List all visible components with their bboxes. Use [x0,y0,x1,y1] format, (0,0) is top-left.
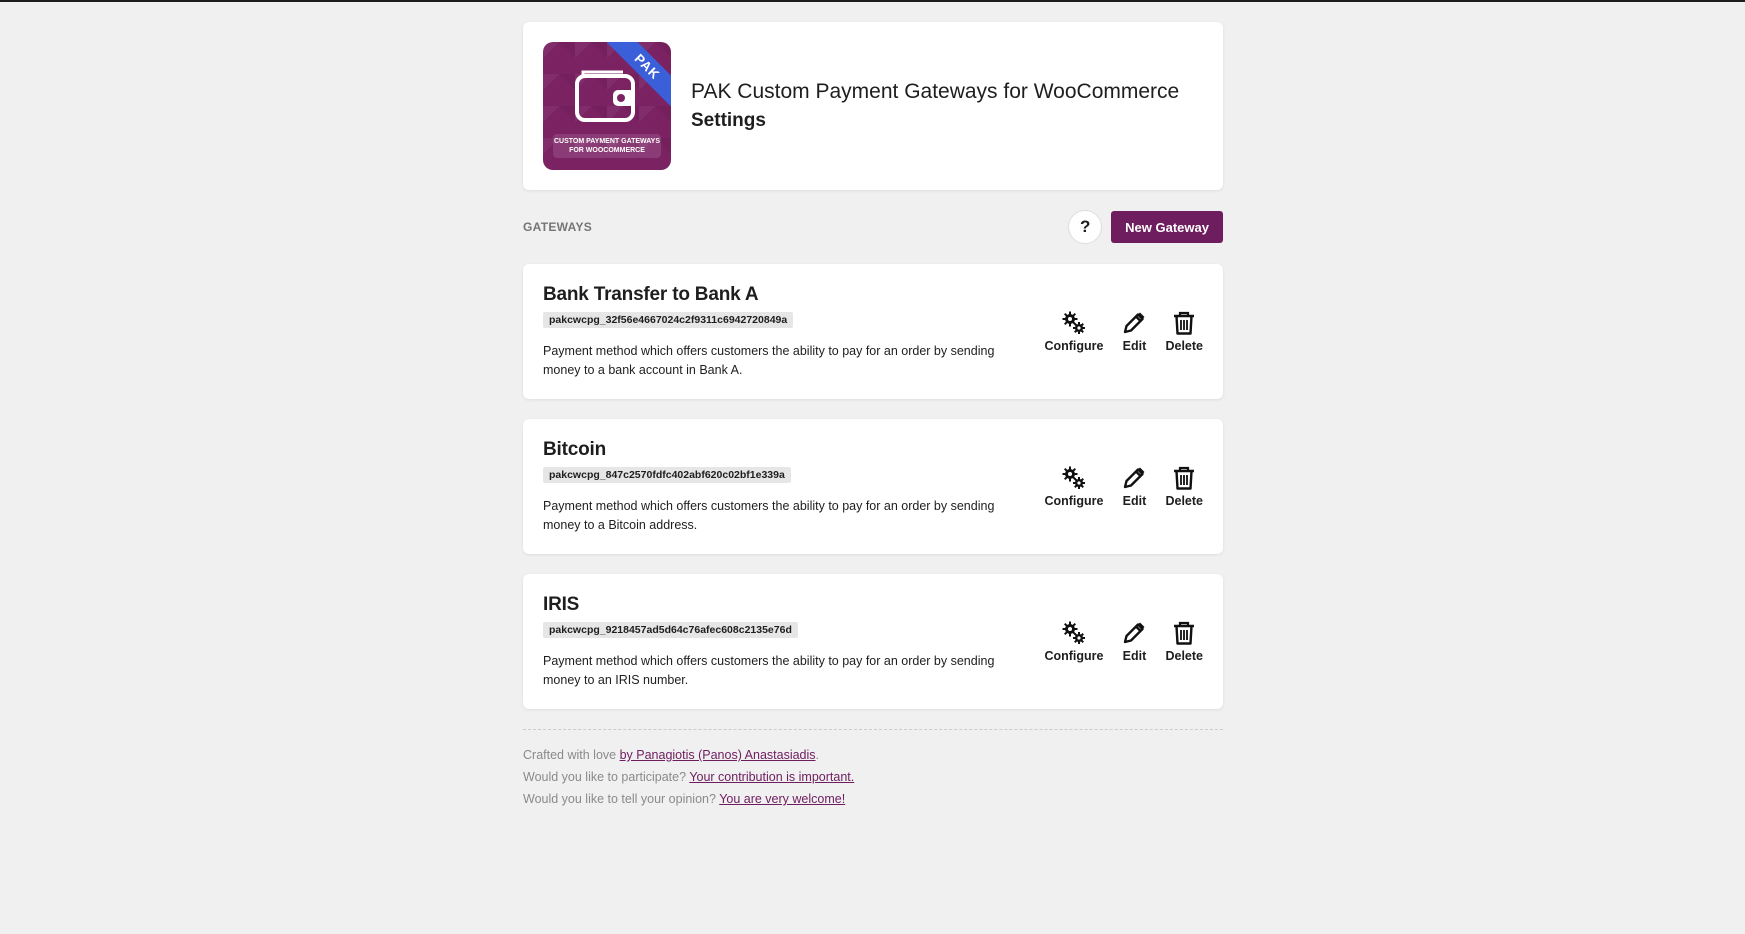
gateway-description: Payment method which offers customers th… [543,653,995,687]
gateway-card: Bitcoin pakcwcpg_847c2570fdfc402abf620c0… [523,419,1223,554]
delete-label: Delete [1165,649,1203,663]
gateway-id: pakcwcpg_9218457ad5d64c76afec608c2135e76… [543,621,798,638]
gateway-id: pakcwcpg_847c2570fdfc402abf620c02bf1e339… [543,466,791,483]
gateways-toolbar: GATEWAYS ? New Gateway [523,210,1223,244]
delete-button[interactable]: Delete [1165,465,1203,508]
plugin-title: PAK Custom Payment Gateways for WooComme… [691,80,1180,103]
gateway-description: Payment method which offers customers th… [543,343,995,377]
configure-label: Configure [1044,494,1104,508]
pencil-icon [1124,467,1145,489]
footer-participate: Would you like to participate? Your cont… [523,766,1223,788]
trash-icon [1174,311,1195,335]
wallet-icon [575,70,635,122]
gateway-card: IRIS pakcwcpg_9218457ad5d64c76afec608c21… [523,574,1223,709]
top-border [0,0,1745,2]
delete-label: Delete [1165,339,1203,353]
gears-icon [1062,621,1085,644]
logo-caption: CUSTOM PAYMENT GATEWAYS FOR WOOCOMMERCE [553,134,661,158]
page-title: Settings [691,110,766,131]
footer-opinion: Would you like to tell your opinion? You… [523,788,1223,810]
gateway-description: Payment method which offers customers th… [543,498,995,532]
footer-opinion-text: Would you like to tell your opinion? [523,792,720,806]
new-gateway-button[interactable]: New Gateway [1111,211,1223,243]
pencil-icon [1124,312,1145,334]
gateway-actions: Configure Edit Delete [1026,310,1203,353]
edit-label: Edit [1122,339,1147,353]
footer-credit-end: . [815,748,820,762]
configure-button[interactable]: Configure [1044,310,1103,353]
footer-participate-text: Would you like to participate? [523,770,690,784]
configure-button[interactable]: Configure [1044,620,1103,663]
gears-icon [1062,311,1085,334]
edit-label: Edit [1122,649,1147,663]
pencil-icon [1124,622,1145,644]
edit-button[interactable]: Edit [1121,465,1147,508]
gateway-info: Bank Transfer to Bank A pakcwcpg_32f56e4… [543,284,1023,380]
gears-icon [1062,466,1085,489]
gateway-name: IRIS [543,593,580,615]
footer-credit: Crafted with love by Panagiotis (Panos) … [523,744,1223,766]
gateway-id: pakcwcpg_32f56e4667024c2f9311c6942720849… [543,311,794,328]
gateway-actions: Configure Edit Delete [1026,465,1203,508]
configure-button[interactable]: Configure [1044,465,1103,508]
gateway-name: Bank Transfer to Bank A [543,283,759,305]
gateway-actions: Configure Edit Delete [1026,620,1203,663]
trash-icon [1174,466,1195,490]
opinion-link[interactable]: You are very welcome! [719,792,845,806]
gateway-name: Bitcoin [543,438,606,460]
author-link[interactable]: by Panagiotis (Panos) Anastasiadis [620,748,816,762]
edit-button[interactable]: Edit [1121,310,1147,353]
help-button[interactable]: ? [1068,210,1103,244]
gateways-section-label: GATEWAYS [523,220,593,234]
plugin-header: PAK CUSTOM PAYMENT GATEWAYS FOR WOOCOMME… [523,22,1223,190]
plugin-logo: PAK CUSTOM PAYMENT GATEWAYS FOR WOOCOMME… [543,42,671,170]
gateway-info: IRIS pakcwcpg_9218457ad5d64c76afec608c21… [543,594,1023,690]
configure-label: Configure [1044,339,1104,353]
settings-page: PAK CUSTOM PAYMENT GATEWAYS FOR WOOCOMME… [523,22,1223,810]
delete-label: Delete [1165,494,1203,508]
edit-label: Edit [1122,494,1147,508]
toolbar-actions: ? New Gateway [1068,210,1223,244]
gateway-info: Bitcoin pakcwcpg_847c2570fdfc402abf620c0… [543,439,1023,535]
contribution-link[interactable]: Your contribution is important. [689,770,854,784]
header-text: PAK Custom Payment Gateways for WooComme… [691,80,1179,132]
gateway-card: Bank Transfer to Bank A pakcwcpg_32f56e4… [523,264,1223,399]
trash-icon [1174,621,1195,645]
delete-button[interactable]: Delete [1165,310,1203,353]
footer: Crafted with love by Panagiotis (Panos) … [523,729,1223,810]
configure-label: Configure [1044,649,1104,663]
edit-button[interactable]: Edit [1121,620,1147,663]
footer-credit-text: Crafted with love [523,748,620,762]
delete-button[interactable]: Delete [1165,620,1203,663]
